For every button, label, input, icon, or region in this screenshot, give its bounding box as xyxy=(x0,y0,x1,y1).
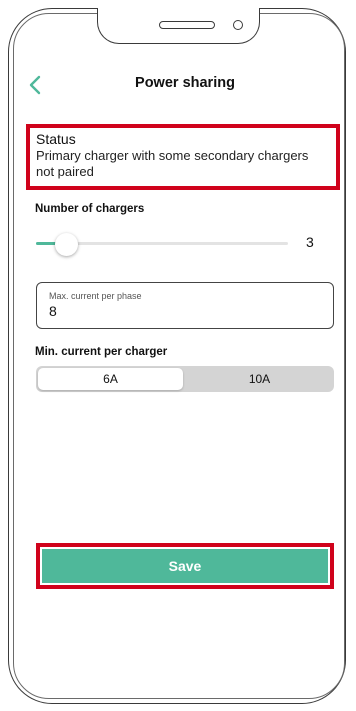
speaker-icon xyxy=(159,21,215,29)
camera-icon xyxy=(233,20,243,30)
min-current-label: Min. current per charger xyxy=(35,346,168,358)
max-current-value[interactable]: 8 xyxy=(49,302,321,320)
page-title: Power sharing xyxy=(135,75,235,91)
max-current-label: Max. current per phase xyxy=(49,291,142,301)
status-title: Status xyxy=(36,131,76,147)
segment-option-10a[interactable]: 10A xyxy=(187,368,332,390)
status-text: Primary charger with some secondary char… xyxy=(36,148,309,179)
back-button[interactable] xyxy=(26,73,46,97)
segment-option-6a[interactable]: 6A xyxy=(38,368,183,390)
save-button-highlight: Save xyxy=(36,543,334,589)
chargers-slider-thumb[interactable] xyxy=(55,233,78,256)
chargers-count-value: 3 xyxy=(306,234,314,250)
chargers-label: Number of chargers xyxy=(35,203,145,215)
status-panel: Status Primary charger with some seconda… xyxy=(26,124,340,190)
max-current-field[interactable]: Max. current per phase 8 xyxy=(36,282,334,329)
min-current-segmented-control: 6A 10A xyxy=(36,366,334,392)
save-button[interactable]: Save xyxy=(42,549,328,583)
chevron-left-icon xyxy=(29,75,41,95)
